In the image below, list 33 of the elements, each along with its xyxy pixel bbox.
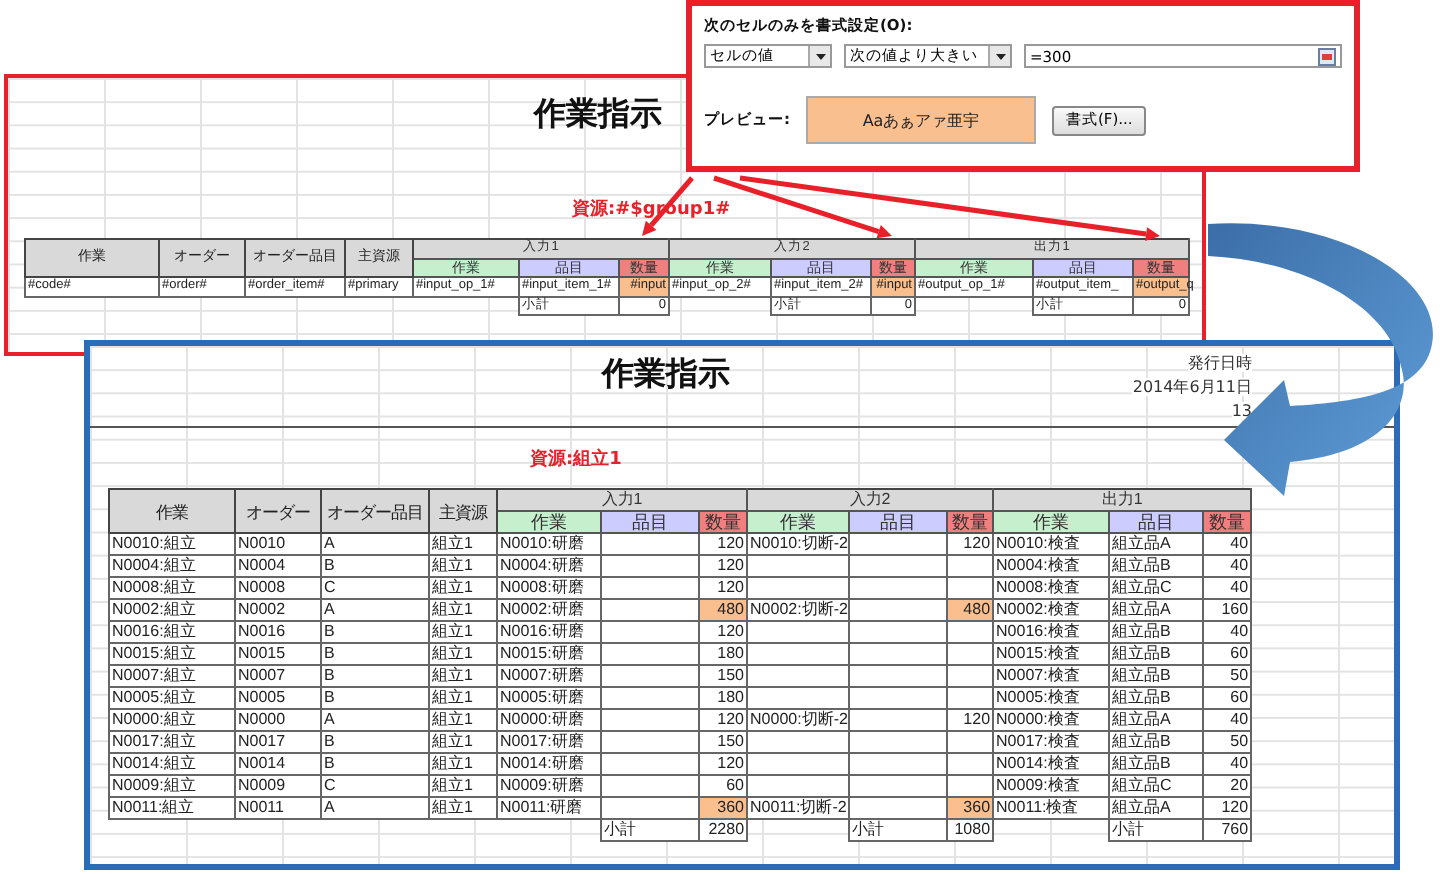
column-header: オーダー bbox=[235, 489, 321, 533]
table-cell: N0011:組立 bbox=[109, 797, 235, 819]
subtotal-label: 小計 bbox=[1109, 819, 1204, 841]
subtotal-label: 小計 bbox=[601, 819, 699, 841]
group-header: 入力2 bbox=[747, 489, 994, 511]
table-cell: N0002:組立 bbox=[109, 599, 235, 621]
table-cell: N0009:組立 bbox=[109, 775, 235, 797]
sheet-title: 作業指示 bbox=[602, 354, 730, 394]
column-header: 作業 bbox=[109, 489, 235, 533]
resource-label: 資源:組立1 bbox=[530, 448, 622, 472]
table-cell: N0010:組立 bbox=[109, 533, 235, 555]
table-cell: N0008:組立 bbox=[109, 577, 235, 599]
table-cell: N0017:組立 bbox=[109, 731, 235, 753]
table-cell: N0005:組立 bbox=[109, 687, 235, 709]
dropdown-arrow-icon bbox=[815, 53, 825, 59]
format-preview: Aaあぁアァ亜宇 bbox=[806, 96, 1036, 144]
subtotal-label: 小計 bbox=[849, 819, 948, 841]
issued-label: 発行日時 bbox=[1188, 354, 1252, 372]
cell-reference-icon[interactable] bbox=[1318, 47, 1336, 65]
issued-time: 13 bbox=[1231, 402, 1252, 420]
table-cell: N0016:組立 bbox=[109, 621, 235, 643]
table-cell: N0014:組立 bbox=[109, 753, 235, 775]
dropdown-arrow-icon bbox=[995, 53, 1005, 59]
table-cell: N0000:組立 bbox=[109, 709, 235, 731]
table-cell: N0007:組立 bbox=[109, 665, 235, 687]
group-header: 出力1 bbox=[993, 489, 1252, 511]
group-header: 入力1 bbox=[497, 489, 748, 511]
issued-date: 2014年6月11日 bbox=[1132, 378, 1252, 396]
table-cell: N0004:組立 bbox=[109, 555, 235, 577]
column-header: 主資源 bbox=[429, 489, 497, 533]
column-header: オーダー品目 bbox=[321, 489, 429, 533]
sheet-title: 作業指示 bbox=[534, 94, 662, 134]
table-cell: N0015:組立 bbox=[109, 643, 235, 665]
